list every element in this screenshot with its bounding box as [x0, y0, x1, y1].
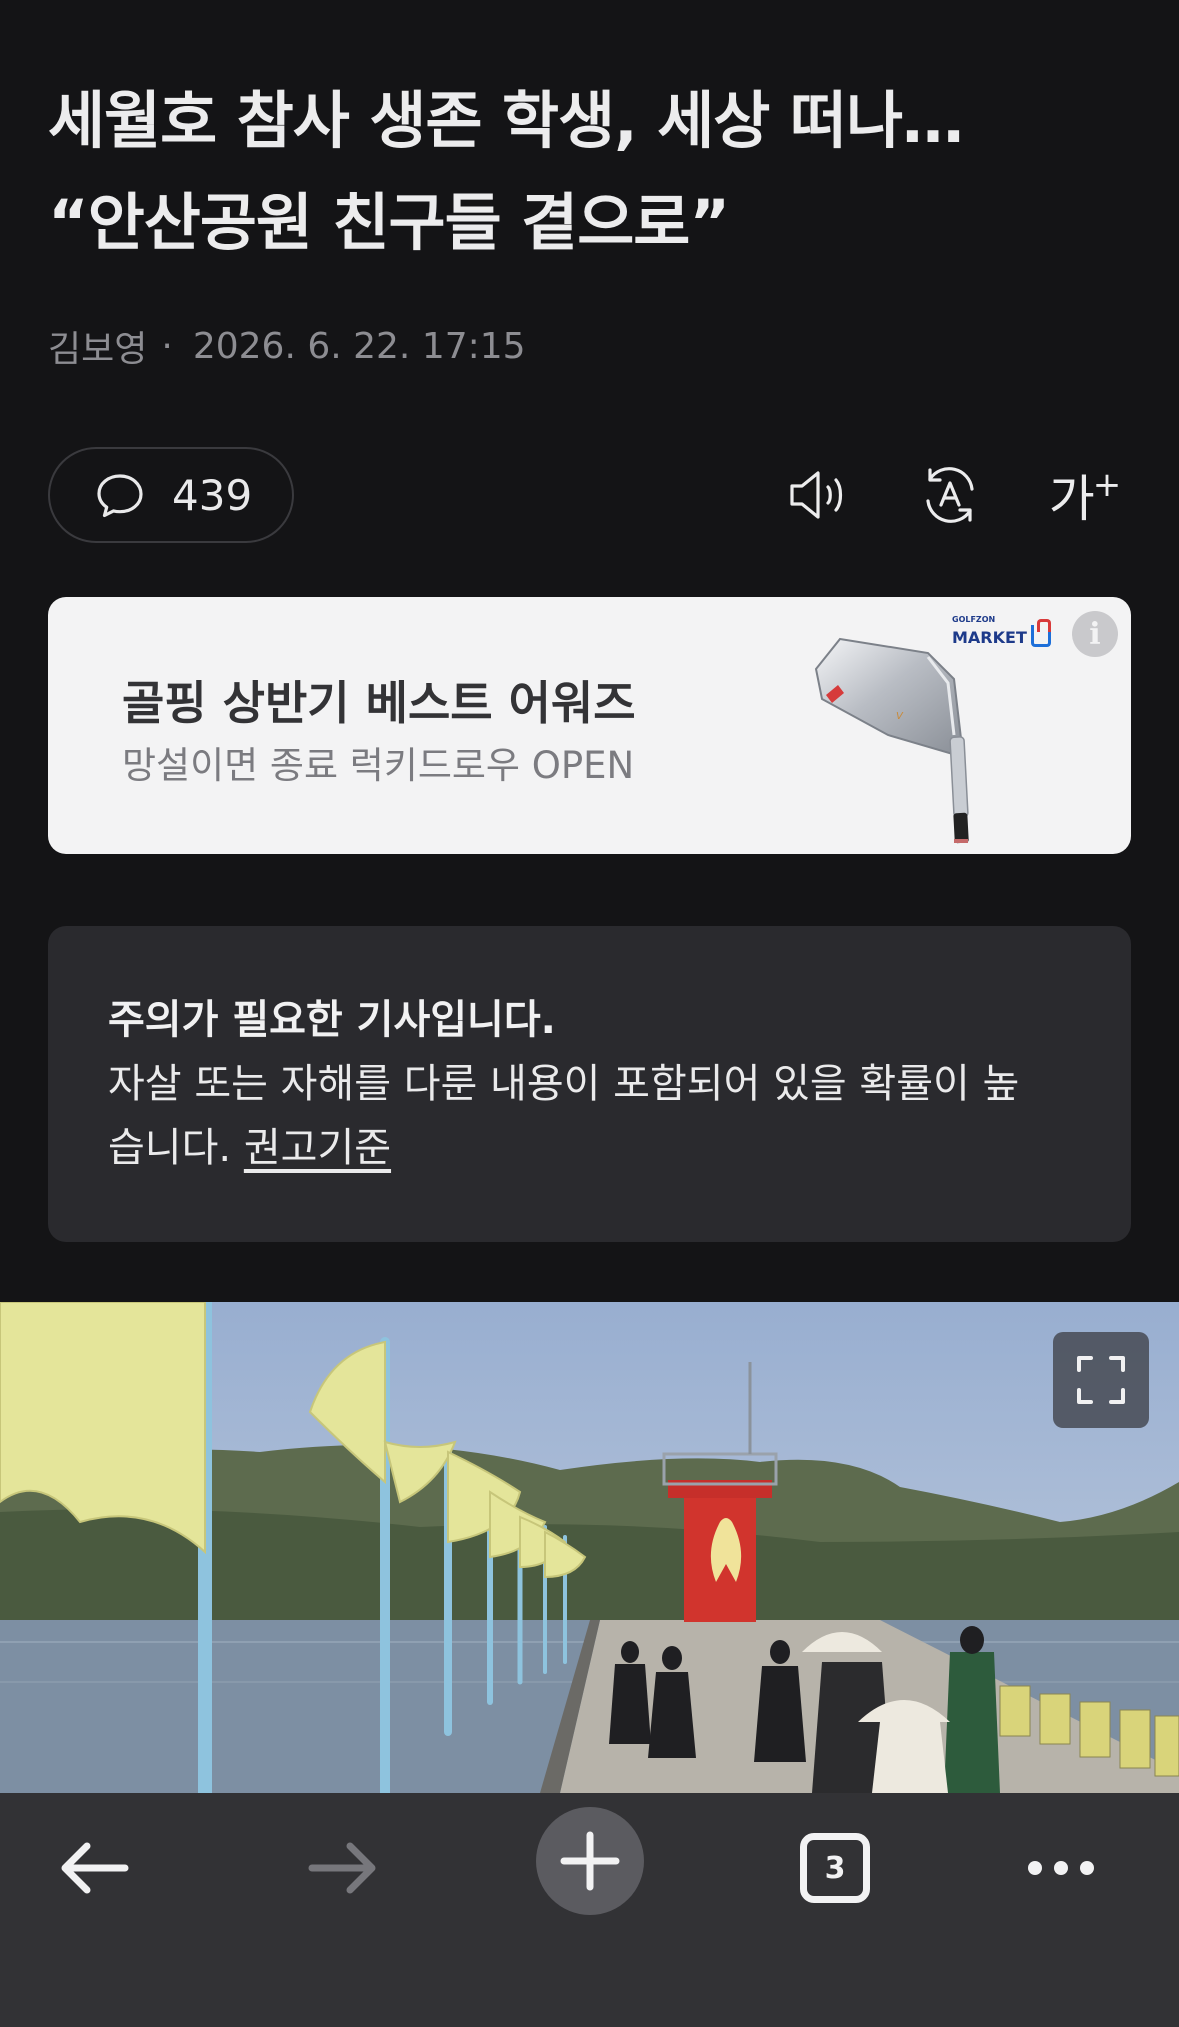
fullscreen-button[interactable] [1053, 1332, 1149, 1428]
more-button[interactable] [1006, 1813, 1116, 1923]
article-title-line-2: “안산공원 친구들 곁으로” [48, 186, 730, 259]
ad-banner[interactable]: 골핑 상반기 베스트 어워즈 망설이면 종료 럭키드로우 OPEN V GOLF… [48, 597, 1131, 854]
shopping-bag-icon [1030, 619, 1051, 647]
article-meta: 김보영 · 2026. 6. 22. 17:15 [48, 320, 526, 372]
ad-brand-logo: GOLFZON MARKET [952, 615, 1051, 647]
content-warning: 주의가 필요한 기사입니다. 자살 또는 자해를 다룬 내용이 포함되어 있을 … [48, 926, 1131, 1242]
ad-info-icon[interactable]: i [1072, 611, 1118, 657]
warning-text-tail: 습니다. [108, 1125, 244, 1171]
publish-datetime: 2026. 6. 22. 17:15 [192, 325, 526, 367]
arrow-left-icon [61, 1842, 129, 1894]
forward-button[interactable] [287, 1813, 397, 1923]
warning-text-line-2: 습니다. 권고기준 [108, 1116, 1071, 1180]
auto-translate-icon [926, 467, 974, 523]
tab-count: 3 [800, 1833, 870, 1903]
warning-text-line-1: 자살 또는 자해를 다룬 내용이 포함되어 있을 확률이 높 [108, 1061, 1020, 1107]
ad-subtitle: 망설이면 종료 럭키드로우 OPEN [122, 744, 635, 787]
article-page: 세월호 참사 생존 학생, 세상 떠나… “안산공원 친구들 곁으로” 김보영 … [0, 0, 1179, 2027]
more-dots-icon [1028, 1861, 1094, 1875]
ad-brand-big: MARKET [952, 628, 1027, 647]
plus-icon [560, 1831, 620, 1891]
browser-toolbar: 3 [0, 1793, 1179, 2027]
speech-bubble-icon [97, 474, 143, 518]
font-size-plus: + [1092, 465, 1122, 505]
font-size-button[interactable]: 가 + [1040, 455, 1130, 535]
warning-text: 자살 또는 자해를 다룬 내용이 포함되어 있을 확률이 높 습니다. 권고기준 [108, 1052, 1071, 1180]
meta-separator: · [161, 325, 173, 367]
speaker-icon [790, 471, 843, 519]
comment-count: 439 [172, 470, 253, 520]
fullscreen-expand-icon [1077, 1356, 1125, 1404]
comments-button[interactable]: 439 [48, 447, 294, 543]
guideline-link[interactable]: 권고기준 [244, 1125, 391, 1171]
author-name[interactable]: 김보영 [48, 320, 147, 372]
back-button[interactable] [40, 1813, 150, 1923]
article-title: 세월호 참사 생존 학생, 세상 떠나… “안산공원 친구들 곁으로” [48, 70, 1138, 274]
article-title-line-1: 세월호 참사 생존 학생, 세상 떠나… [48, 84, 964, 157]
memorial-pier-image [0, 1302, 1179, 1793]
new-tab-button[interactable] [536, 1807, 644, 1915]
warning-title: 주의가 필요한 기사입니다. [108, 997, 556, 1043]
font-size-label: 가 [1048, 470, 1095, 528]
translate-button[interactable] [910, 455, 990, 535]
article-photo[interactable] [0, 1302, 1179, 1793]
ad-title: 골핑 상반기 베스트 어워즈 [122, 676, 636, 730]
svg-text:V: V [896, 711, 904, 722]
arrow-right-icon [308, 1842, 376, 1894]
golf-iron-image: V [814, 637, 969, 844]
tts-button[interactable] [780, 455, 860, 535]
tabs-button[interactable]: 3 [780, 1813, 890, 1923]
